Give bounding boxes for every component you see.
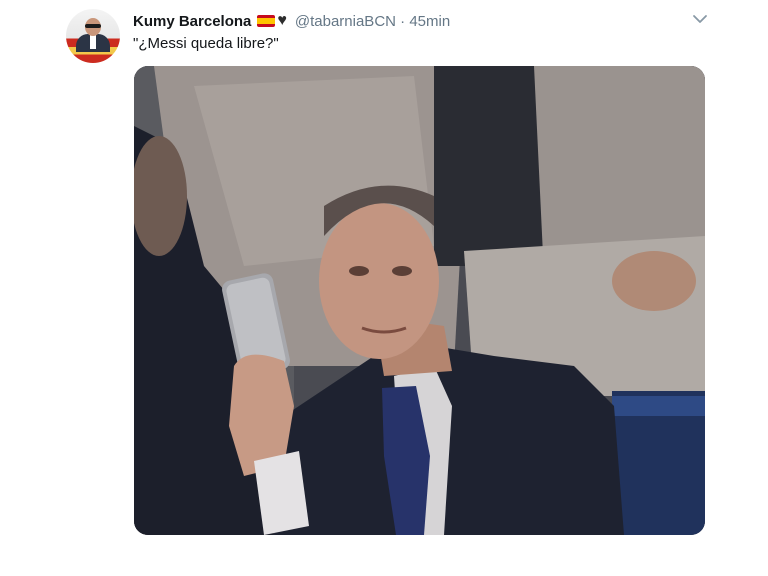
avatar-glasses [85,24,101,28]
handle-text: @tabarniaBCN [294,12,396,30]
author-avatar[interactable] [66,9,120,63]
author-handle[interactable]: @tabarniaBCN · 45min [295,13,450,30]
more-options-button[interactable] [690,10,710,28]
author-name[interactable]: Kumy Barcelona [133,13,251,30]
avatar-shirt [90,35,96,49]
timestamp[interactable]: 45min [409,13,450,30]
black-heart-icon: ♥ [277,12,287,29]
separator-dot: · [400,12,406,30]
tweet-header: Kumy Barcelona ♥ @tabarniaBCN · 45min [133,10,450,32]
chevron-down-icon [693,15,707,23]
tweet-card[interactable]: Kumy Barcelona ♥ @tabarniaBCN · 45min "¿… [0,0,768,576]
tweet-text: "¿Messi queda libre?" [133,35,279,52]
tweet-media[interactable] [134,66,705,535]
media-image [134,66,705,535]
spain-flag-icon [257,15,276,27]
